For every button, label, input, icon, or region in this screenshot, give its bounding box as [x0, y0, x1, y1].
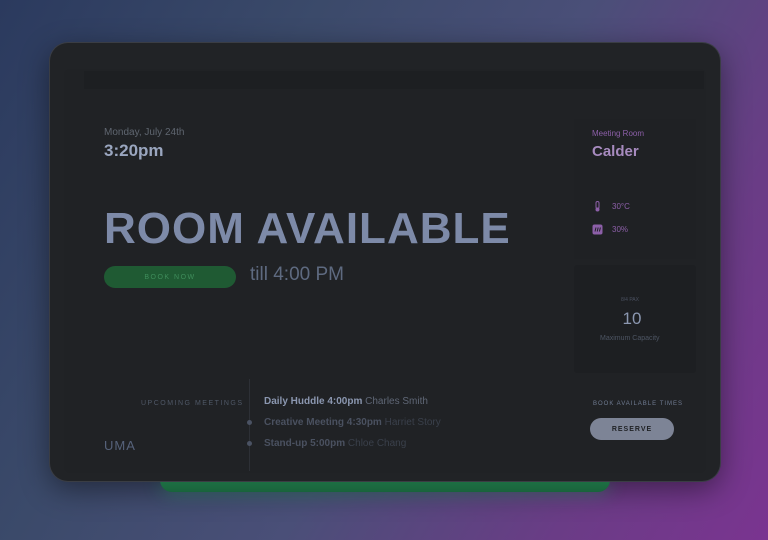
- meeting-host: Charles Smith: [365, 396, 428, 407]
- temperature-value: 30°C: [612, 202, 630, 211]
- top-bar: [84, 71, 704, 89]
- available-until: till 4:00 PM: [250, 264, 344, 285]
- meeting-host: Harriet Story: [384, 417, 441, 428]
- uma-logo: UMA: [104, 438, 136, 453]
- temperature-row: 30°C: [592, 201, 630, 212]
- capacity-label: Maximum Capacity: [600, 335, 660, 342]
- meeting-item: Daily Huddle 4:00pm Charles Smith: [264, 396, 428, 407]
- tablet-device: Monday, July 24th 3:20pm ROOM AVAILABLE …: [50, 43, 720, 481]
- room-name: Calder: [592, 143, 639, 160]
- capacity-pax: 8/4 PAX: [621, 297, 639, 303]
- upcoming-meetings-label: UPCOMING MEETINGS: [141, 400, 244, 407]
- humidity-icon: [592, 224, 603, 235]
- meeting-item: Creative Meeting 4:30pm Harriet Story: [264, 417, 441, 428]
- meeting-host: Chloe Chang: [347, 438, 407, 449]
- room-label: Meeting Room: [592, 129, 645, 138]
- room-display-screen: Monday, July 24th 3:20pm ROOM AVAILABLE …: [64, 69, 706, 473]
- humidity-value: 30%: [612, 225, 629, 234]
- thermometer-icon: [592, 201, 603, 212]
- book-now-button[interactable]: BOOK NOW: [104, 266, 236, 288]
- capacity-number: 10: [622, 309, 642, 328]
- timeline-dot: [247, 441, 252, 446]
- meeting-item: Stand-up 5:00pm Chloe Chang: [264, 438, 406, 449]
- room-status: ROOM AVAILABLE: [104, 204, 511, 253]
- meeting-title: Stand-up 5:00pm: [264, 438, 346, 449]
- book-available-times-label: BOOK AVAILABLE TIMES: [593, 401, 684, 407]
- room-info-panel: [574, 119, 696, 259]
- meeting-title: Creative Meeting 4:30pm: [264, 417, 382, 428]
- divider: [249, 379, 250, 471]
- current-time: 3:20pm: [104, 141, 164, 160]
- humidity-row: 30%: [592, 224, 628, 235]
- current-date: Monday, July 24th: [104, 127, 185, 138]
- meeting-title: Daily Huddle 4:00pm: [264, 396, 363, 407]
- reserve-button[interactable]: RESERVE: [590, 418, 674, 440]
- timeline-dot: [247, 420, 252, 425]
